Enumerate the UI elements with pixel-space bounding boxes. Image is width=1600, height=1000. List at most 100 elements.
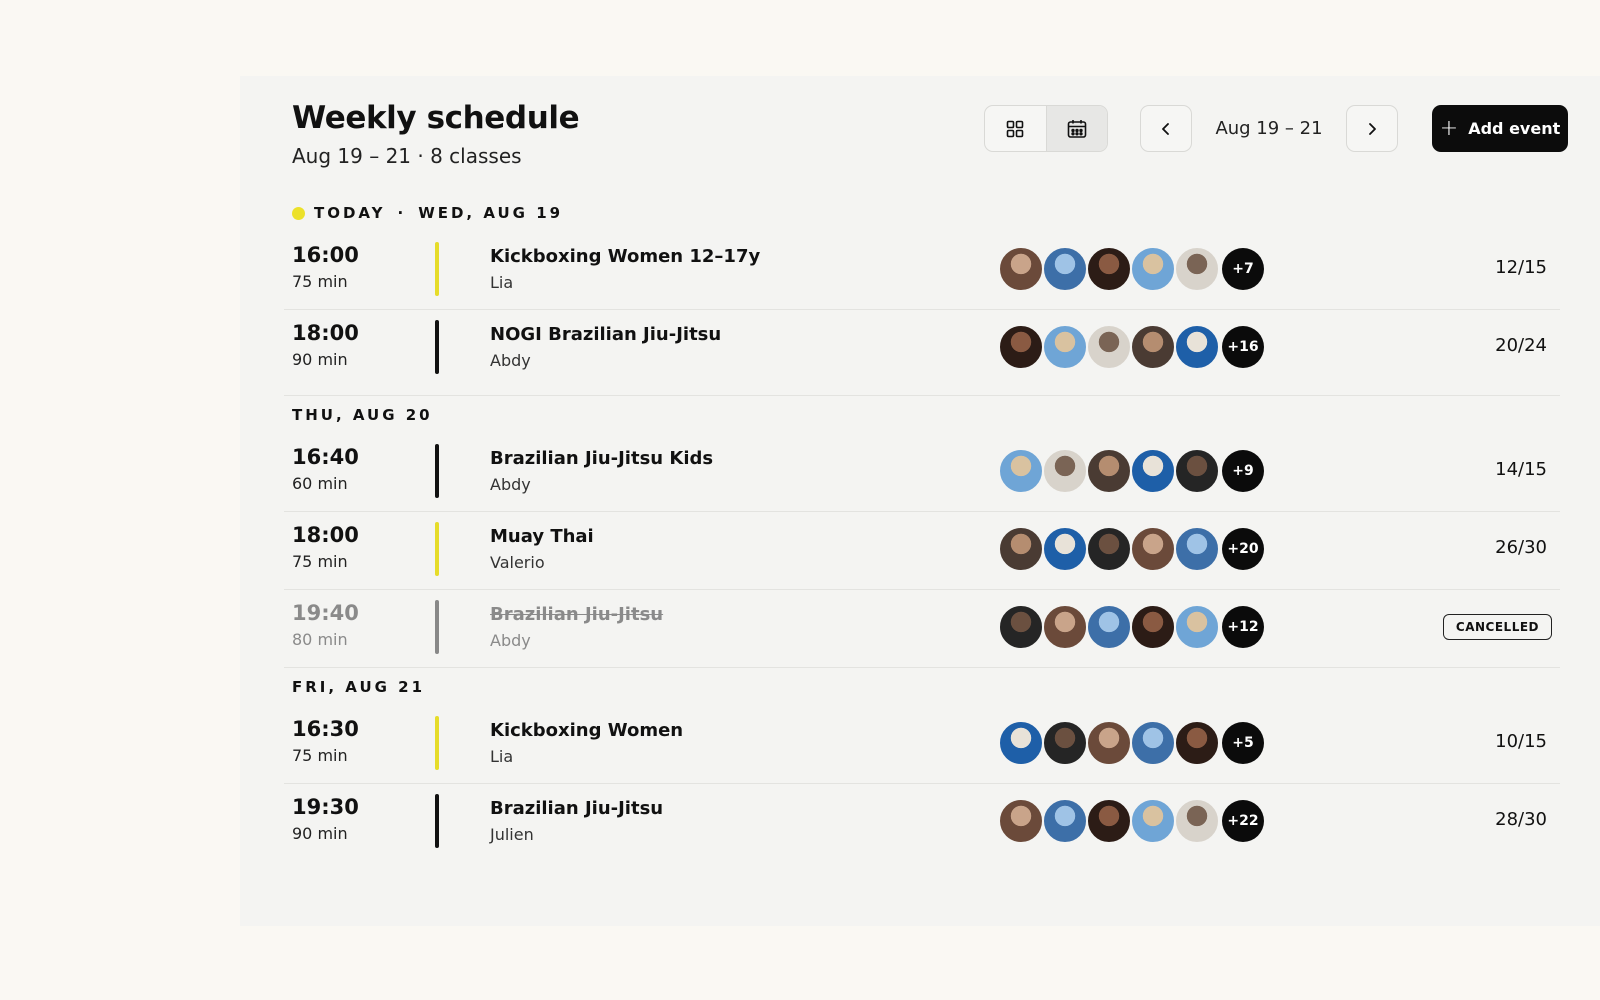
attendee-avatars[interactable]: +9 [998,448,1264,494]
avatar [998,720,1044,766]
class-row[interactable]: 16:00 75 min Kickboxing Women 12–17y Lia +7 1… [284,232,1560,310]
class-accent-bar [435,320,439,374]
more-attendees-count[interactable]: +16 [1222,326,1264,368]
avatar [1086,448,1132,494]
coach-name: Abdy [490,631,531,650]
calendar-view-button[interactable] [1045,106,1107,151]
status-badge: CANCELLED [1442,614,1552,640]
previous-week-button[interactable] [1140,105,1192,152]
more-attendees-count[interactable]: +20 [1222,528,1264,570]
capacity: 20/24 [1495,335,1547,356]
day-header: FRI, AUG 21 [284,668,1560,706]
avatar [998,526,1044,572]
class-name: Muay Thai [490,526,594,547]
schedule-panel: Weekly schedule Aug 19 – 21 · 8 classes … [240,76,1600,926]
attendee-avatars[interactable]: +20 [998,526,1264,572]
day-label: THU, AUG 20 [292,406,433,424]
class-accent-bar [435,242,439,296]
next-week-button[interactable] [1346,105,1398,152]
avatar [998,448,1044,494]
class-name: Kickboxing Women [490,720,684,741]
more-attendees-count[interactable]: +12 [1222,606,1264,648]
class-duration: 75 min [292,746,348,765]
grid-view-button[interactable] [985,106,1046,151]
attendee-avatars[interactable]: +22 [998,798,1264,844]
avatar [1130,720,1176,766]
class-time: 16:30 [292,717,359,741]
today-indicator-dot [292,206,305,220]
class-row[interactable]: 19:30 90 min Brazilian Jiu-Jitsu Julien +22 2… [284,784,1560,862]
calendar-icon [1067,119,1087,138]
class-row[interactable]: 19:40 80 min Brazilian Jiu-Jitsu Abdy +12 CAN… [284,590,1560,668]
avatar [1086,604,1132,650]
attendee-avatars[interactable]: +16 [998,324,1264,370]
class-duration: 75 min [292,272,348,291]
class-duration: 60 min [292,474,348,493]
avatar [1174,246,1220,292]
avatar [1042,324,1088,370]
avatar [1042,526,1088,572]
more-attendees-count[interactable]: +22 [1222,800,1264,842]
class-duration: 90 min [292,350,348,369]
more-attendees-count[interactable]: +9 [1222,450,1264,492]
view-toggle [984,105,1108,152]
avatar [1130,246,1176,292]
header: Weekly schedule Aug 19 – 21 · 8 classes [292,100,580,168]
class-row[interactable]: 18:00 75 min Muay Thai Valerio +20 26/30 [284,512,1560,590]
add-event-button[interactable]: + Add event [1432,105,1568,152]
avatar [1130,798,1176,844]
day-header: THU, AUG 20 [284,396,1560,434]
class-duration: 80 min [292,630,348,649]
avatar [1174,720,1220,766]
avatar [1086,246,1132,292]
class-list: TODAY · WED, AUG 19 16:00 75 min Kickboxing W… [284,194,1560,862]
avatar [1042,246,1088,292]
class-duration: 90 min [292,824,348,843]
page-subtitle: Aug 19 – 21 · 8 classes [292,144,522,168]
avatar [1174,798,1220,844]
class-accent-bar [435,444,439,498]
avatar [998,246,1044,292]
avatar [1042,798,1088,844]
avatar [1130,324,1176,370]
avatar [998,798,1044,844]
avatar [1130,604,1176,650]
day-label: WED, AUG 19 [418,204,564,222]
avatar [998,324,1044,370]
class-row[interactable]: 18:00 90 min NOGI Brazilian Jiu-Jitsu Abdy +… [284,310,1560,396]
class-time: 18:00 [292,523,359,547]
class-name: Kickboxing Women 12–17y [490,246,761,267]
attendee-avatars[interactable]: +7 [998,246,1264,292]
capacity: 28/30 [1495,809,1547,830]
coach-name: Abdy [490,351,531,370]
avatar [998,604,1044,650]
avatar [1042,604,1088,650]
class-time: 16:00 [292,243,359,267]
avatar [1174,604,1220,650]
coach-name: Lia [490,747,514,766]
grid-icon [1006,120,1024,137]
avatar [1174,324,1220,370]
class-time: 19:30 [292,795,359,819]
coach-name: Julien [490,825,534,844]
class-row[interactable]: 16:40 60 min Brazilian Jiu-Jitsu Kids Abdy +… [284,434,1560,512]
class-accent-bar [435,600,439,654]
class-name: Brazilian Jiu-Jitsu Kids [490,448,714,469]
avatar [1042,720,1088,766]
avatar [1042,448,1088,494]
chevron-right-icon [1369,122,1376,135]
class-row[interactable]: 16:30 75 min Kickboxing Women Lia +5 10/15 [284,706,1560,784]
class-accent-bar [435,794,439,848]
capacity: 14/15 [1495,459,1547,480]
coach-name: Lia [490,273,514,292]
avatar [1086,526,1132,572]
avatar [1130,448,1176,494]
class-duration: 75 min [292,552,348,571]
more-attendees-count[interactable]: +7 [1222,248,1264,290]
more-attendees-count[interactable]: +5 [1222,722,1264,764]
attendee-avatars[interactable]: +12 [998,604,1264,650]
capacity: 10/15 [1495,731,1547,752]
class-accent-bar [435,522,439,576]
avatar [1086,720,1132,766]
attendee-avatars[interactable]: +5 [998,720,1264,766]
